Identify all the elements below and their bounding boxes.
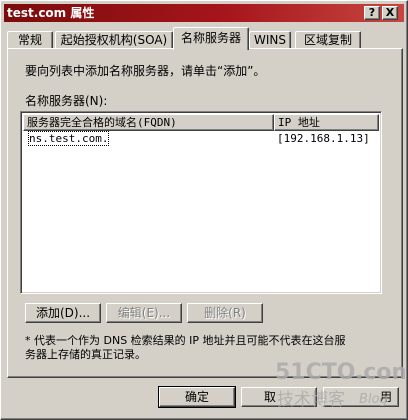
- name-servers-list[interactable]: 服务器完全合格的域名(FQDN) IP 地址 ns.test.com. [192…: [20, 111, 382, 294]
- cancel-button[interactable]: 取: [241, 387, 317, 407]
- list-item-ip: [192.168.1.13]: [277, 132, 370, 145]
- name-servers-label: 名称服务器(N):: [25, 94, 108, 108]
- tab-wins[interactable]: WINS: [249, 31, 291, 49]
- remove-button[interactable]: 删除(R): [187, 303, 263, 323]
- edit-button[interactable]: 编辑(E)...: [106, 303, 182, 323]
- tab-strip: 常规 起始授权机构(SOA) 名称服务器 WINS 区域复制: [7, 27, 403, 50]
- close-button[interactable]: X: [382, 6, 398, 20]
- column-header-fqdn[interactable]: 服务器完全合格的域名(FQDN): [23, 114, 274, 131]
- title-bar[interactable]: test.com 属性: [4, 4, 404, 22]
- help-button[interactable]: ?: [364, 6, 380, 20]
- tab-soa[interactable]: 起始授权机构(SOA): [55, 31, 173, 49]
- add-button[interactable]: 添加(D)...: [25, 303, 101, 323]
- properties-dialog: test.com 属性 ? X 常规 起始授权机构(SOA) 名称服务器 WIN…: [0, 0, 408, 420]
- window-title: test.com 属性: [7, 6, 95, 20]
- instruction-text: 要向列表中添加名称服务器，请单击“添加”。: [25, 64, 266, 78]
- tab-name-servers[interactable]: 名称服务器: [173, 27, 249, 50]
- tab-general[interactable]: 常规: [7, 31, 53, 49]
- list-item-fqdn: ns.test.com.: [27, 131, 110, 146]
- tab-zone-transfers[interactable]: 区域复制: [295, 31, 361, 49]
- ok-button[interactable]: 确定: [158, 386, 236, 408]
- footnote-line-2: 务器上存储的真正记录。: [25, 348, 146, 361]
- column-header-ip[interactable]: IP 地址: [274, 114, 379, 131]
- apply-button[interactable]: 用: [323, 387, 399, 407]
